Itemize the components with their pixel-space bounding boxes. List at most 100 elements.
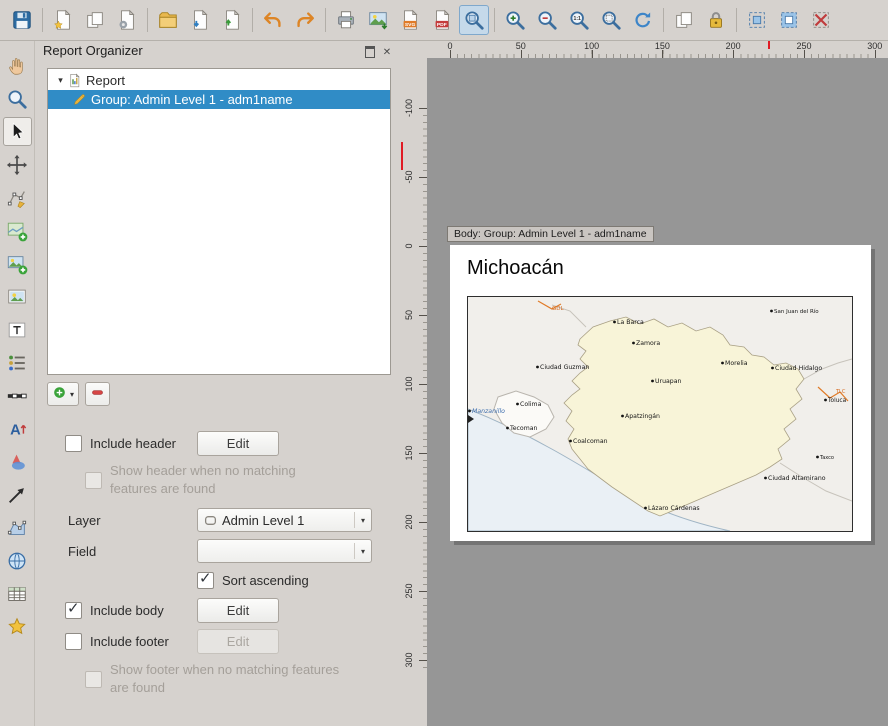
add-label-button[interactable] <box>3 315 32 344</box>
redo-button[interactable] <box>290 5 320 35</box>
lock-items-icon <box>705 9 727 31</box>
layer-label: Layer <box>68 513 101 528</box>
polygon-layer-icon <box>204 514 217 527</box>
print-button[interactable] <box>331 5 361 35</box>
map-city-label: TLC <box>835 389 846 395</box>
add-map-button[interactable] <box>3 216 32 245</box>
hruler-tick <box>875 50 876 58</box>
open-template-button[interactable] <box>153 5 183 35</box>
zoom-in-icon <box>504 9 526 31</box>
include-header-checkbox[interactable] <box>65 435 82 452</box>
add-html-button[interactable] <box>3 546 32 575</box>
map-city-label: GDL <box>552 306 564 312</box>
pan-layout-button[interactable] <box>3 51 32 80</box>
zoom-in-button[interactable] <box>500 5 530 35</box>
layer-row: Layer Admin Level 1 ▾ <box>65 508 395 532</box>
refresh-view-button[interactable] <box>628 5 658 35</box>
minus-icon <box>90 385 105 403</box>
panel-title: Report Organizer <box>43 43 143 58</box>
zoom-out-button[interactable] <box>532 5 562 35</box>
add-image-button[interactable] <box>3 282 32 311</box>
map-city-label: San Juan del Río <box>774 308 819 315</box>
tree-item-group-selected[interactable]: Group: Admin Level 1 - adm1name <box>48 90 390 109</box>
add-node-item-icon <box>6 517 28 539</box>
show-header-label: Show header when no matching features ar… <box>110 462 345 498</box>
layer-combobox-value: Admin Level 1 <box>222 513 304 528</box>
edit-nodes-item-icon <box>6 187 28 209</box>
sort-ascending-checkbox[interactable] <box>197 572 214 589</box>
add-marker-button[interactable] <box>3 612 32 641</box>
zoom-actual-size-button[interactable]: 1:1 <box>564 5 594 35</box>
deselect-all-button[interactable] <box>806 5 836 35</box>
include-footer-checkbox[interactable] <box>65 633 82 650</box>
ruler-corner <box>401 41 427 58</box>
toolbar-separator <box>663 8 664 32</box>
city-dot <box>621 415 624 418</box>
report-page[interactable]: Michoacán GDLLa BarcaZamoraCiudad Guzman… <box>450 245 871 541</box>
qgis-report-designer-window: SVGPDF1:1 A Report Organizer ✕ ▾ Report … <box>0 0 888 726</box>
svg-text:SVG: SVG <box>405 22 416 28</box>
zoom-layout-button[interactable] <box>3 84 32 113</box>
add-scalebar-button[interactable] <box>3 381 32 410</box>
city-dot <box>613 321 616 324</box>
include-body-checkbox[interactable] <box>65 602 82 619</box>
city-dot <box>824 399 827 402</box>
page-title-label[interactable]: Michoacán <box>467 257 564 280</box>
city-dot <box>771 367 774 370</box>
map-item[interactable]: GDLLa BarcaZamoraCiudad GuzmanMoreliaCiu… <box>467 296 853 532</box>
new-report-icon <box>52 9 74 31</box>
map-city-label: Colima <box>520 401 542 408</box>
map-city-label: Toluca <box>827 398 847 404</box>
export-as-image-button[interactable] <box>363 5 393 35</box>
zoom-actual-size-icon: 1:1 <box>568 9 590 31</box>
add-section-button[interactable]: ▾ <box>47 382 79 406</box>
add-node-item-button[interactable] <box>3 513 32 542</box>
add-picture-icon <box>6 253 28 275</box>
close-panel-button[interactable]: ✕ <box>380 45 394 59</box>
expander-icon[interactable]: ▾ <box>54 75 67 86</box>
invert-selection-button[interactable] <box>774 5 804 35</box>
float-panel-button[interactable] <box>363 45 377 59</box>
lock-items-button[interactable] <box>701 5 731 35</box>
map-city-label: Morelia <box>725 360 748 367</box>
duplicate-report-button[interactable] <box>80 5 110 35</box>
map-city-label: Ciudad Hidalgo <box>775 365 822 372</box>
save-as-template-button[interactable] <box>185 5 215 35</box>
load-from-template-icon <box>221 9 243 31</box>
edit-header-button[interactable]: Edit <box>197 431 279 456</box>
field-combobox[interactable]: ▾ <box>197 539 372 563</box>
move-item-content-button[interactable] <box>3 150 32 179</box>
undo-button[interactable] <box>258 5 288 35</box>
add-north-arrow-button[interactable]: A <box>3 414 32 443</box>
edit-body-button[interactable]: Edit <box>197 598 279 623</box>
edit-nodes-item-button[interactable] <box>3 183 32 212</box>
select-move-item-button[interactable] <box>3 117 32 146</box>
add-attribute-table-button[interactable] <box>3 579 32 608</box>
add-shape-button[interactable] <box>3 447 32 476</box>
remove-section-button[interactable] <box>85 382 110 406</box>
export-as-svg-button[interactable]: SVG <box>395 5 425 35</box>
add-shape-icon <box>6 451 28 473</box>
city-dot <box>644 507 647 510</box>
city-dot <box>506 427 509 430</box>
report-properties-button[interactable] <box>112 5 142 35</box>
city-dot <box>816 456 819 459</box>
hruler-tick <box>662 50 663 58</box>
save-project-button[interactable] <box>7 5 37 35</box>
select-all-button[interactable] <box>742 5 772 35</box>
layer-combobox[interactable]: Admin Level 1 ▾ <box>197 508 372 532</box>
layout-canvas[interactable]: Body: Group: Admin Level 1 - adm1name Mi… <box>427 58 888 726</box>
michoacan-map: GDLLa BarcaZamoraCiudad GuzmanMoreliaCiu… <box>468 297 852 531</box>
add-arrow-button[interactable] <box>3 480 32 509</box>
export-as-svg-icon: SVG <box>399 9 421 31</box>
undo-icon <box>262 9 284 31</box>
load-from-template-button[interactable] <box>217 5 247 35</box>
tree-item-report[interactable]: ▾ Report <box>48 71 390 90</box>
new-report-button[interactable] <box>48 5 78 35</box>
add-picture-button[interactable] <box>3 249 32 278</box>
zoom-to-window-button[interactable] <box>459 5 489 35</box>
zoom-full-extent-button[interactable] <box>596 5 626 35</box>
add-legend-button[interactable] <box>3 348 32 377</box>
copy-items-button[interactable] <box>669 5 699 35</box>
export-as-pdf-button[interactable]: PDF <box>427 5 457 35</box>
